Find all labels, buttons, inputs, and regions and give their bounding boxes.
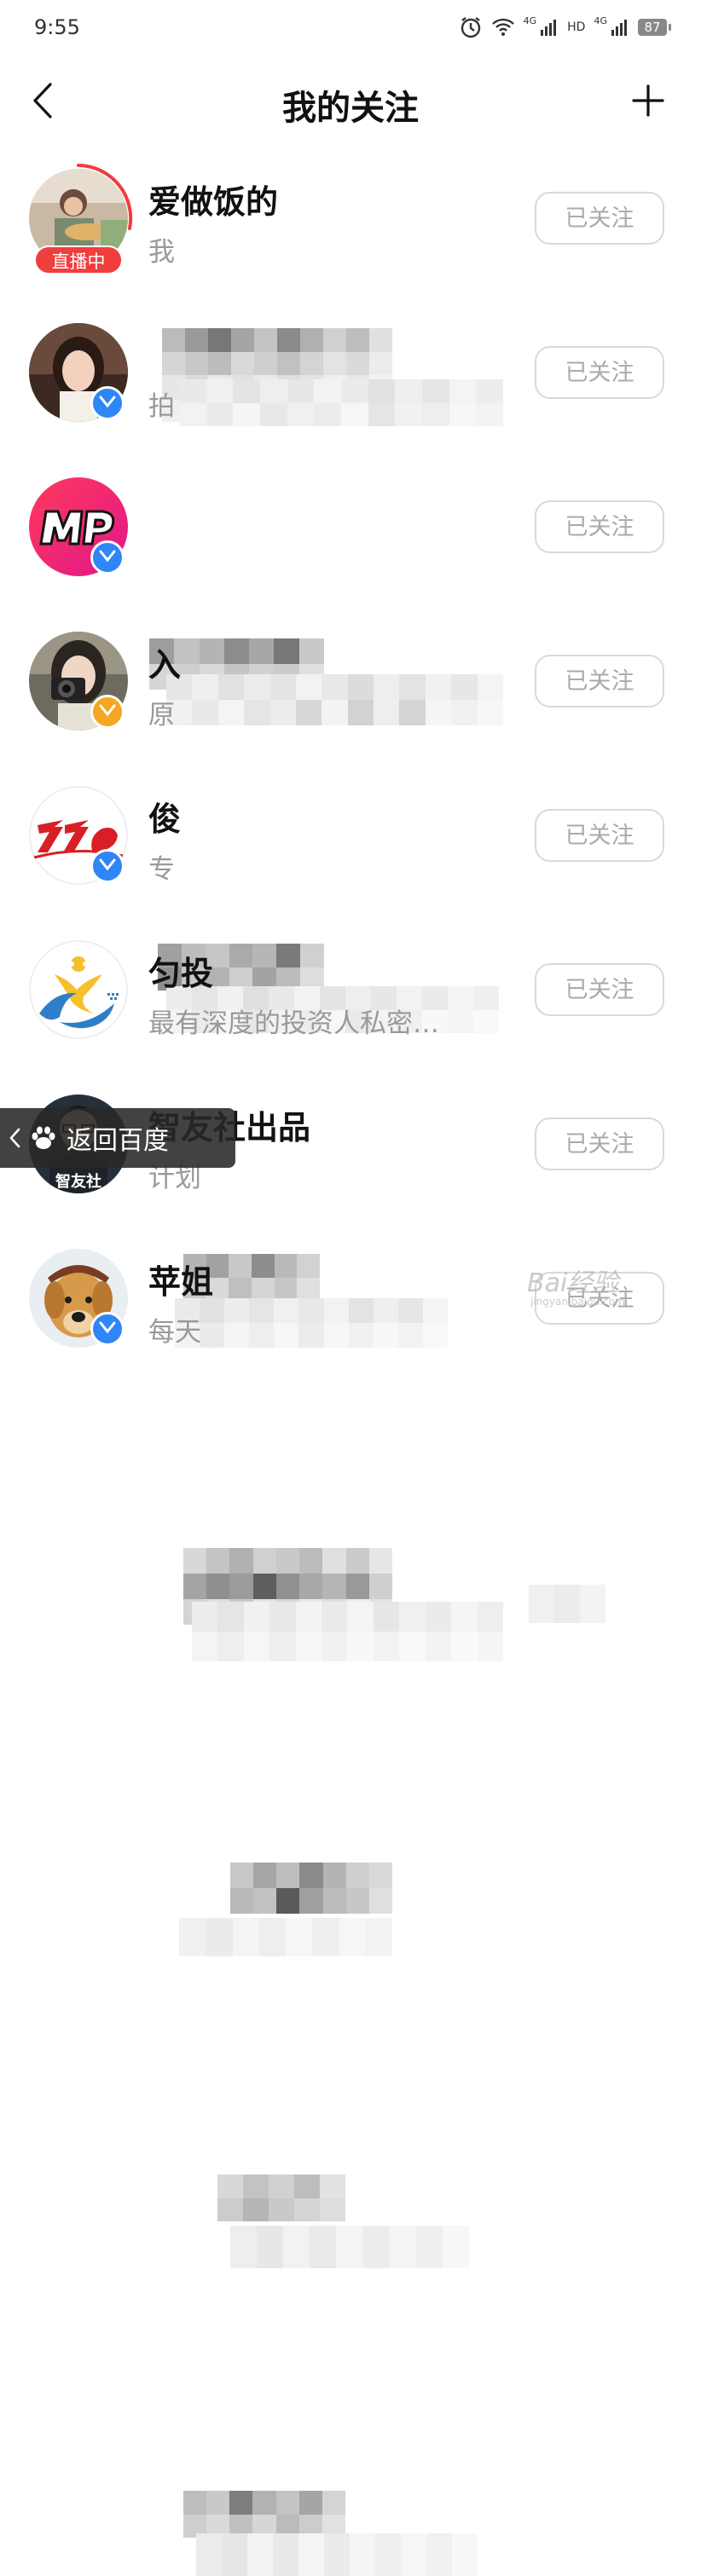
item-desc: 专	[148, 854, 175, 885]
check-icon	[99, 858, 116, 875]
item-desc: 原	[148, 700, 175, 731]
item-name: 俊	[148, 800, 182, 838]
network-label: 4G	[523, 14, 537, 26]
chevron-left-icon	[9, 1128, 20, 1148]
item-desc: 我	[148, 237, 175, 268]
item-name: 苹姐	[148, 1263, 214, 1301]
list-item[interactable]: 苹姐 每天 已关注	[0, 1233, 701, 2576]
privacy-mosaic	[230, 2226, 469, 2268]
follow-button[interactable]: 已关注	[535, 500, 664, 553]
verified-badge	[90, 695, 125, 729]
add-button[interactable]	[629, 84, 667, 121]
plus-icon	[632, 84, 664, 120]
return-to-baidu-button[interactable]: 返回百度	[0, 1108, 235, 1168]
list-item[interactable]: 入 原 已关注	[0, 616, 701, 1348]
status-time: 9:55	[34, 15, 80, 39]
follow-list: 直播中 爱做饭的 我 已关注 拍 已关注 已关注 入 原 已关注 俊 专 已关注…	[0, 153, 701, 2576]
list-item[interactable]: 直播中 爱做饭的 我 已关注	[0, 153, 701, 426]
follow-button[interactable]: 已关注	[535, 809, 664, 862]
privacy-mosaic	[217, 2175, 345, 2221]
check-icon	[99, 1320, 116, 1337]
privacy-mosaic	[183, 2491, 345, 2538]
follow-button[interactable]: 已关注	[535, 655, 664, 708]
return-label: 返回百度	[67, 1126, 169, 1156]
item-name: 爱做饭的	[148, 183, 279, 221]
follow-button[interactable]: 已关注	[535, 192, 664, 245]
watermark: Bai经验	[527, 1268, 619, 1298]
list-item[interactable]: 俊 专 已关注	[0, 771, 701, 1661]
list-item[interactable]: 已关注	[0, 462, 701, 1033]
check-icon	[99, 549, 116, 566]
check-icon	[99, 395, 116, 412]
battery-indicator: 87	[638, 19, 671, 36]
verified-badge	[90, 1312, 125, 1346]
item-name: 入	[148, 646, 182, 684]
alarm-icon	[459, 15, 483, 39]
network-label-2: 4G	[594, 14, 607, 26]
privacy-mosaic	[230, 1863, 392, 1914]
list-item[interactable]: 匀投 最有深度的投资人私密… 已关注	[0, 925, 701, 1956]
live-badge: 直播中	[34, 245, 123, 274]
follow-button[interactable]: 已关注	[535, 346, 664, 399]
signal-icon-2	[611, 18, 629, 37]
wifi-icon	[491, 17, 515, 38]
status-bar: 9:55 4G HD 4G 87	[0, 0, 701, 58]
signal-icon	[540, 18, 559, 37]
item-desc: 拍	[148, 391, 175, 422]
avatar-text: 智友社	[55, 1172, 101, 1191]
avatar[interactable]	[29, 940, 128, 1039]
watermark-url: jingyan.baidu.com	[530, 1296, 625, 1308]
privacy-mosaic	[183, 1548, 392, 1625]
privacy-mosaic	[179, 1918, 392, 1956]
item-desc: 每天	[148, 1317, 201, 1348]
status-icons: 4G HD 4G 87	[459, 14, 671, 39]
page-title: 我的关注	[282, 89, 419, 128]
verified-badge	[90, 540, 125, 575]
verified-badge	[90, 386, 125, 420]
baidu-paw-icon	[29, 1123, 58, 1152]
item-desc: 最有深度的投资人私密…	[148, 1008, 439, 1039]
verified-badge	[90, 849, 125, 883]
list-item[interactable]: 拍 已关注	[0, 308, 701, 725]
follow-button[interactable]: 已关注	[535, 963, 664, 1016]
privacy-mosaic	[529, 1585, 605, 1623]
nav-header: 我的关注	[0, 68, 701, 136]
hd-label: HD	[567, 20, 586, 34]
privacy-mosaic	[196, 2533, 478, 2576]
follow-button[interactable]: 已关注	[535, 1118, 664, 1170]
privacy-mosaic	[192, 1602, 503, 1661]
check-icon	[99, 703, 116, 720]
item-name: 匀投	[148, 955, 214, 992]
